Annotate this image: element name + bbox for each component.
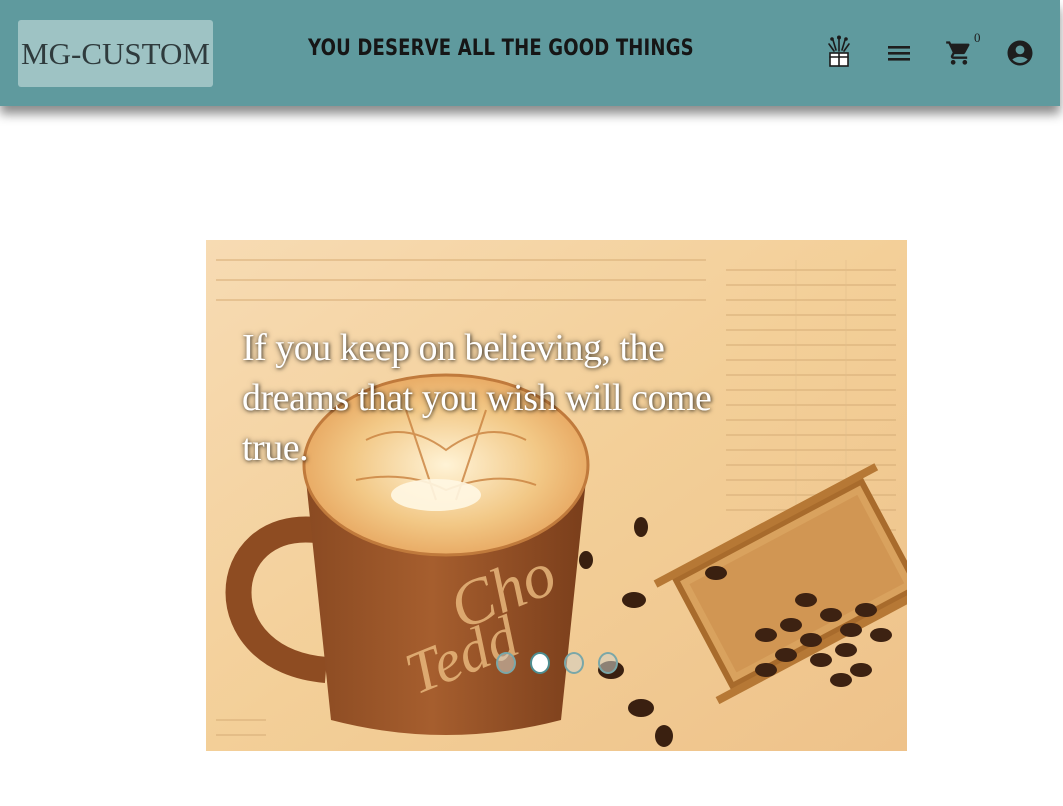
- top-navbar: MG-CUSTOM You deserve all the good thing…: [0, 0, 1060, 106]
- carousel-dot-1[interactable]: [496, 652, 516, 674]
- brand-logo[interactable]: MG-CUSTOM: [18, 20, 213, 87]
- tagline: You deserve all the good things: [308, 36, 694, 61]
- coffee-slide-image: Cho Tedd: [206, 240, 907, 751]
- cart-count-badge: 0: [974, 30, 981, 45]
- account-icon[interactable]: [1003, 36, 1037, 70]
- carousel-indicators: [496, 652, 618, 674]
- carousel-dot-2[interactable]: [530, 652, 550, 674]
- carousel-dot-4[interactable]: [598, 652, 618, 674]
- menu-icon[interactable]: [882, 36, 916, 70]
- carousel-dot-3[interactable]: [564, 652, 584, 674]
- gift-icon[interactable]: [822, 35, 856, 69]
- slide-caption: If you keep on believing, the dreams tha…: [242, 327, 712, 469]
- hero-carousel[interactable]: Cho Tedd If you keep on believing, the d…: [206, 240, 907, 751]
- cart-icon[interactable]: [942, 36, 976, 70]
